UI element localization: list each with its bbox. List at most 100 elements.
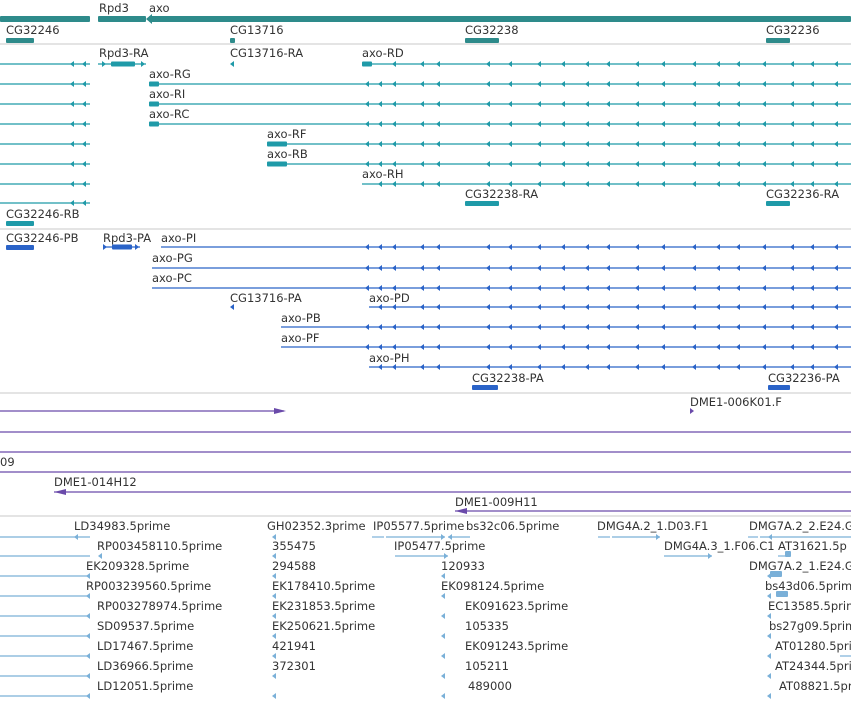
est-label[interactable]: LD34983.5prime xyxy=(74,519,170,533)
strand-arrow xyxy=(102,61,106,67)
est-label[interactable]: bs27g09.5prime xyxy=(769,619,851,633)
strand-arrow xyxy=(810,285,814,291)
transcript-label[interactable]: axo-RD xyxy=(362,46,404,60)
genome-tracks-canvas[interactable]: Rpd3 axo CG32246 CG13716 CG32238 CG32236… xyxy=(0,0,851,701)
transcript-label[interactable]: Rpd3-RA xyxy=(99,46,149,60)
strand-arrow xyxy=(82,161,86,167)
est-label[interactable]: bs43d06.5prime xyxy=(765,579,851,593)
est-label[interactable]: 105335 xyxy=(465,619,509,633)
clone-label[interactable]: DME1-006K01.F xyxy=(690,395,782,409)
protein-label[interactable]: Rpd3-PA xyxy=(103,231,151,245)
strand-arrow xyxy=(537,324,541,330)
gene-label[interactable]: CG32238 xyxy=(465,23,519,37)
est-label[interactable]: DMG4A.3_1.F06.C1 xyxy=(664,539,775,553)
protein-label[interactable]: CG32246-PB xyxy=(6,231,79,245)
clone-label[interactable]: 09 xyxy=(0,455,15,469)
est-label[interactable]: LD12051.5prime xyxy=(97,679,193,693)
transcript-label[interactable]: axo-RC xyxy=(149,107,189,121)
transcript-label[interactable]: axo-RB xyxy=(267,147,308,161)
strand-arrow xyxy=(420,141,424,147)
protein-label[interactable]: CG32238-PA xyxy=(472,371,544,385)
genome-browser-view[interactable]: Rpd3 axo CG32246 CG13716 CG32238 CG32236… xyxy=(0,0,851,701)
est-label[interactable]: RP003278974.5prime xyxy=(97,599,222,613)
exon-box xyxy=(6,38,34,43)
transcript-label[interactable]: CG13716-RA xyxy=(230,46,303,60)
strand-arrow xyxy=(810,101,814,107)
transcript-label[interactable]: CG32236-RA xyxy=(766,187,839,201)
est-label[interactable]: 421941 xyxy=(272,639,316,653)
est-label[interactable]: 105211 xyxy=(465,659,509,673)
est-label[interactable]: bs32c06.5prime xyxy=(466,519,559,533)
est-label[interactable]: DMG7A.2_1.E24.G xyxy=(749,559,851,573)
protein-label[interactable]: axo-PD xyxy=(369,291,410,305)
est-label[interactable]: EK178410.5prime xyxy=(272,579,375,593)
est-label[interactable]: 120933 xyxy=(441,559,485,573)
gene-label[interactable]: CG32236 xyxy=(766,23,820,37)
est-label[interactable]: RP003239560.5prime xyxy=(86,579,211,593)
protein-label[interactable]: axo-PH xyxy=(369,351,409,365)
strand-arrow xyxy=(810,265,814,271)
est-label[interactable]: EK209328.5prime xyxy=(86,559,189,573)
est-label[interactable]: 294588 xyxy=(272,559,316,573)
strand-arrow xyxy=(716,364,720,370)
strand-arrow xyxy=(716,121,720,127)
strand-arrow xyxy=(585,364,589,370)
est-label[interactable]: GH02352.3prime xyxy=(267,519,366,533)
protein-label[interactable]: CG13716-PA xyxy=(230,291,302,305)
strand-arrow xyxy=(767,633,771,639)
transcript-label[interactable]: axo-RF xyxy=(267,127,307,141)
clone-label[interactable]: DME1-014H12 xyxy=(54,475,137,489)
est-label[interactable]: DMG4A.2_1.D03.F1 xyxy=(597,519,708,533)
strand-arrow xyxy=(606,304,610,310)
est-label[interactable]: AT24344.5prime xyxy=(775,659,851,673)
est-label[interactable]: IP05577.5prime xyxy=(373,519,464,533)
gene-label[interactable]: Rpd3 xyxy=(99,1,129,15)
gene-label[interactable]: CG32246 xyxy=(6,23,60,37)
strand-arrow xyxy=(436,265,440,271)
strand-arrow xyxy=(436,304,440,310)
protein-label[interactable]: CG32236-PA xyxy=(768,371,840,385)
est-label[interactable]: LD36966.5prime xyxy=(97,659,193,673)
transcript-label[interactable]: CG32238-RA xyxy=(465,187,538,201)
protein-label[interactable]: axo-PF xyxy=(281,331,319,345)
protein-label[interactable]: axo-PI xyxy=(161,231,196,245)
est-label[interactable]: AT31621.5p xyxy=(778,539,847,553)
est-label[interactable]: EK091623.5prime xyxy=(465,599,568,613)
est-label[interactable]: EK231853.5prime xyxy=(272,599,375,613)
strand-arrow xyxy=(656,534,660,540)
strand-arrow xyxy=(716,324,720,330)
est-label[interactable]: EK098124.5prime xyxy=(441,579,544,593)
strand-arrow xyxy=(436,181,440,187)
strand-arrow xyxy=(537,101,541,107)
est-label[interactable]: DMG7A.2_2.E24.G xyxy=(749,519,851,533)
strand-arrow xyxy=(70,181,74,187)
est-label[interactable]: AT08821.5prime xyxy=(779,679,851,693)
transcript-label[interactable]: axo-RG xyxy=(149,67,191,81)
est-label[interactable]: RP003458110.5prime xyxy=(97,539,222,553)
strand-arrow xyxy=(86,693,90,699)
strand-arrow xyxy=(716,244,720,250)
gene-label[interactable]: CG13716 xyxy=(230,23,284,37)
strand-arrow xyxy=(790,61,794,67)
transcript-label[interactable]: axo-RH xyxy=(362,167,404,181)
est-label[interactable]: SD09537.5prime xyxy=(97,619,194,633)
est-label[interactable]: LD17467.5prime xyxy=(97,639,193,653)
est-label[interactable]: 355475 xyxy=(272,539,316,553)
transcript-label[interactable]: CG32246-RB xyxy=(6,207,80,221)
est-label[interactable]: AT01280.5prime xyxy=(775,639,851,653)
est-label[interactable]: 372301 xyxy=(272,659,316,673)
exon-box xyxy=(149,81,159,87)
protein-label[interactable]: axo-PG xyxy=(152,251,193,265)
transcript-label[interactable]: axo-RI xyxy=(149,87,185,101)
clone-label[interactable]: DME1-009H11 xyxy=(455,495,538,509)
protein-label[interactable]: axo-PC xyxy=(152,271,192,285)
est-label[interactable]: 489000 xyxy=(468,679,512,693)
protein-label[interactable]: axo-PB xyxy=(281,311,321,325)
est-label[interactable]: EK091243.5prime xyxy=(465,639,568,653)
est-label[interactable]: IP05477.5prime xyxy=(394,539,485,553)
gene-label[interactable]: axo xyxy=(149,1,170,15)
strand-arrow xyxy=(834,244,838,250)
est-label[interactable]: EC13585.5prime xyxy=(768,599,851,613)
est-label[interactable]: EK250621.5prime xyxy=(272,619,375,633)
strand-arrow xyxy=(585,81,589,87)
